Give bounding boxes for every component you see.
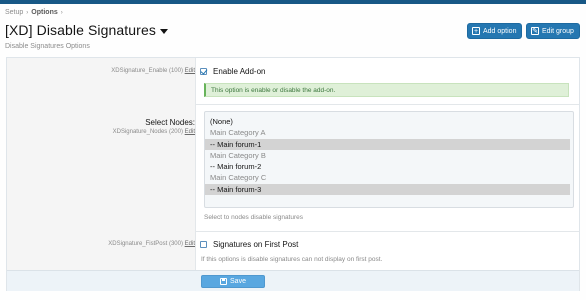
option-id-nodes: XDSignature_Nodes (200) Edit	[113, 129, 195, 135]
option-id-enable: XDSignature_Enable (100) Edit	[111, 68, 195, 74]
form-footer: Save	[7, 270, 579, 291]
first-post-checkbox[interactable]	[200, 241, 207, 248]
option-id-label: XDSignature_Enable (100)	[111, 68, 183, 74]
list-item[interactable]: Main Category C	[205, 172, 573, 183]
enable-addon-note: This option is enable or disable the add…	[204, 83, 569, 97]
list-item[interactable]: -- Main forum-2	[205, 161, 573, 172]
first-post-explain: If this options is disable signatures ca…	[201, 256, 383, 263]
edit-link-enable[interactable]: Edit	[185, 68, 195, 74]
breadcrumb-item-options[interactable]: Options	[31, 9, 57, 16]
divider	[196, 104, 579, 105]
enable-addon-checkbox[interactable]	[200, 68, 207, 75]
breadcrumb-item-setup[interactable]: Setup	[5, 9, 23, 16]
edit-group-label: Edit group	[542, 27, 574, 35]
plus-square-icon: +	[472, 27, 480, 35]
chevron-right-icon: ›	[26, 9, 29, 16]
nodes-explain: Select to nodes disable signatures	[204, 214, 304, 221]
option-id-firstpost: XDSignature_FistPost (300) Edit	[108, 241, 195, 247]
option-id-label: XDSignature_Nodes (200)	[112, 129, 183, 135]
options-panel: XDSignature_Enable (100) Edit Enable Add…	[6, 57, 580, 291]
list-item[interactable]: Main Category A	[205, 127, 573, 138]
save-label: Save	[230, 278, 246, 285]
page-title[interactable]: [XD] Disable Signatures	[5, 22, 168, 38]
top-bar	[0, 0, 586, 4]
select-nodes-label: Select Nodes:	[145, 118, 195, 127]
chevron-right-icon: ›	[60, 9, 63, 16]
list-item[interactable]: Main Category B	[205, 150, 573, 161]
edit-link-nodes[interactable]: Edit	[185, 129, 195, 135]
edit-icon: ✎	[531, 27, 539, 35]
divider	[196, 231, 579, 232]
option-id-label: XDSignature_FistPost (300)	[108, 241, 183, 247]
nodes-multiselect[interactable]: (None) Main Category A -- Main forum-1 M…	[204, 111, 574, 208]
edit-link-firstpost[interactable]: Edit	[185, 241, 195, 247]
edit-group-button[interactable]: ✎ Edit group	[526, 23, 580, 39]
caret-down-icon[interactable]	[159, 28, 168, 34]
breadcrumb: Setup › Options ›	[5, 9, 63, 16]
save-button[interactable]: Save	[201, 275, 265, 288]
add-option-label: Add option	[483, 27, 517, 35]
list-item[interactable]: -- Main forum-1	[205, 138, 570, 150]
page-subtitle: Disable Signatures Options	[5, 43, 90, 50]
first-post-label[interactable]: Signatures on First Post	[213, 240, 298, 249]
list-item[interactable]: -- Main forum-3	[205, 183, 570, 196]
labels-column	[7, 58, 196, 270]
enable-addon-label[interactable]: Enable Add-on	[213, 67, 266, 76]
page-title-text: [XD] Disable Signatures	[5, 22, 156, 38]
save-icon	[220, 278, 228, 285]
add-option-button[interactable]: + Add option	[467, 23, 523, 39]
list-item[interactable]: (None)	[205, 116, 573, 127]
